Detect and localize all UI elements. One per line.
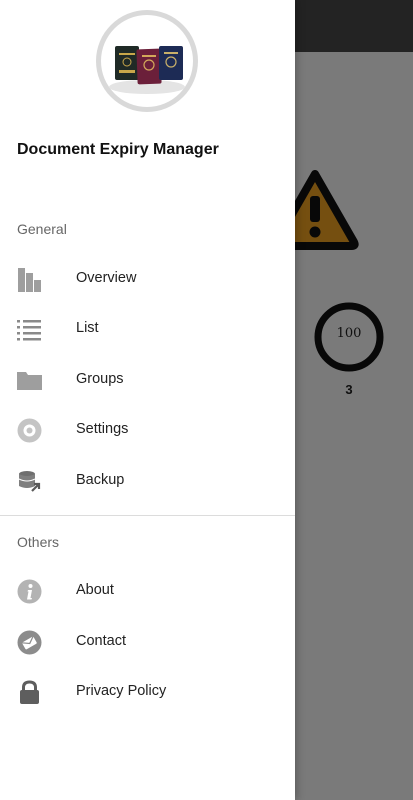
menu-label-settings: Settings (76, 421, 129, 437)
list-icon (17, 320, 41, 341)
menu-label-privacy-policy: Privacy Policy (76, 683, 167, 699)
menu-label-groups: Groups (76, 371, 124, 387)
section-header-others: Others (17, 534, 60, 550)
menu-label-backup: Backup (76, 472, 125, 488)
database-upload-icon (18, 471, 41, 492)
menu-label-list: List (76, 320, 99, 336)
menu-item-list[interactable]: List (0, 305, 295, 353)
navigation-drawer: Document Expiry Manager General Overview… (0, 0, 295, 800)
menu-item-about[interactable]: About (0, 567, 295, 615)
menu-label-contact: Contact (76, 633, 126, 649)
envelope-icon (17, 630, 42, 655)
menu-item-settings[interactable]: Settings (0, 406, 295, 454)
menu-item-contact[interactable]: Contact (0, 618, 295, 666)
gear-icon (17, 418, 42, 443)
section-header-general: General (17, 221, 67, 237)
passports-image (101, 15, 193, 107)
menu-label-overview: Overview (76, 270, 137, 286)
folder-icon (17, 372, 42, 390)
menu-item-backup[interactable]: Backup (0, 457, 295, 505)
lock-icon (20, 680, 39, 704)
bar-chart-icon (18, 268, 41, 292)
menu-label-about: About (76, 582, 114, 598)
section-divider (0, 515, 295, 516)
menu-item-privacy-policy[interactable]: Privacy Policy (0, 668, 295, 716)
info-icon (17, 579, 42, 604)
app-name: Document Expiry Manager (17, 141, 219, 158)
app-logo (96, 10, 198, 112)
menu-item-overview[interactable]: Overview (0, 255, 295, 303)
menu-item-groups[interactable]: Groups (0, 356, 295, 404)
